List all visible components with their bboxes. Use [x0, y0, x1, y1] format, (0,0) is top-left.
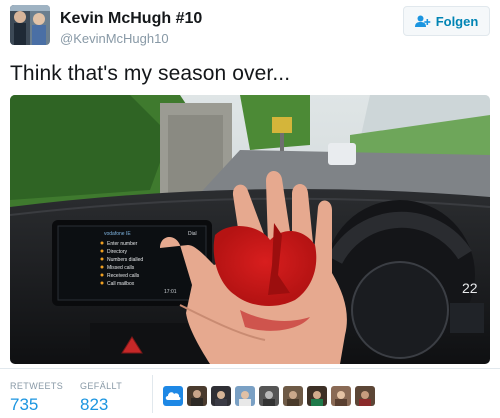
menu-bullet-icon: [100, 241, 104, 245]
stats-divider: [152, 375, 153, 413]
screen-menu-item: Received calls: [107, 273, 140, 279]
menu-bullet-icon: [100, 281, 104, 285]
menu-bullet-icon: [100, 265, 104, 269]
avatar[interactable]: [10, 5, 50, 45]
add-user-icon: [414, 15, 431, 28]
user-handle[interactable]: @KevinMcHugh10: [60, 31, 169, 46]
avatar[interactable]: [355, 386, 375, 406]
avatar[interactable]: [331, 386, 351, 406]
screen-tab: Dial: [188, 231, 197, 237]
tweet-stats: RETWEETS 735 GEFÄLLT 823: [0, 368, 500, 418]
menu-bullet-icon: [100, 249, 104, 253]
likes-count: 823: [80, 395, 109, 414]
tweet-header: Kevin McHugh #10 @KevinMcHugh10 Folgen: [0, 0, 500, 52]
menu-bullet-icon: [100, 257, 104, 261]
retweets-label: RETWEETS: [10, 381, 64, 391]
screen-menu-item: Enter number: [107, 241, 138, 247]
avatar[interactable]: [211, 386, 231, 406]
avatar[interactable]: [283, 386, 303, 406]
avatar[interactable]: [307, 386, 327, 406]
avatar[interactable]: [187, 386, 207, 406]
tweet-photo[interactable]: vodafone IE Dial Enter number Directory Nu…: [10, 95, 490, 364]
screen-menu-item: Numbers dialled: [107, 257, 143, 263]
avatar[interactable]: [235, 386, 255, 406]
cloud-icon[interactable]: [163, 386, 183, 406]
likes-stat[interactable]: GEFÄLLT 823: [80, 381, 122, 415]
likes-label: GEFÄLLT: [80, 381, 123, 391]
tweet-text: Think that's my season over...: [10, 62, 291, 85]
screen-title: vodafone IE: [104, 231, 131, 237]
screen-menu-item: Missed calls: [107, 265, 135, 271]
retweets-count: 735: [10, 395, 39, 414]
menu-bullet-icon: [100, 273, 104, 277]
dashboard-readout: 22: [462, 280, 478, 296]
avatar[interactable]: [259, 386, 279, 406]
screen-time: 17:01: [164, 289, 177, 295]
screen-menu-item: Directory: [107, 249, 128, 255]
follow-button[interactable]: Folgen: [403, 6, 490, 36]
screen-menu-item: Call mailbox: [107, 281, 135, 287]
display-name[interactable]: Kevin McHugh #10: [60, 10, 202, 28]
retweet-stat[interactable]: RETWEETS 735: [10, 381, 63, 415]
liker-avatars: [163, 386, 375, 406]
follow-button-label: Folgen: [435, 13, 479, 29]
